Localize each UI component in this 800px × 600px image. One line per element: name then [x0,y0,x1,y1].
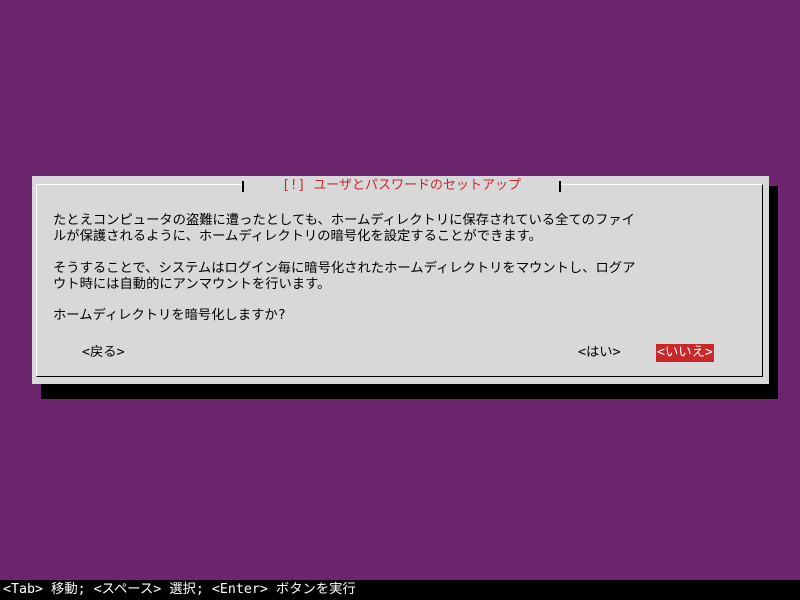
paragraph2-line2: ウト時には自動的にアンマウントを行います。 [53,277,331,292]
encrypt-home-dialog: [!] ユーザとパスワードのセットアップ たとえコンピュータの盗難に遭ったとして… [32,176,769,384]
paragraph1-line1: たとえコンピュータの盗難に遭ったとしても、ホームディレクトリに保存されている全て… [53,213,635,228]
question-text: ホームディレクトリを暗号化しますか? [53,308,286,323]
back-button[interactable]: <戻る> [81,344,126,362]
installer-screen: [!] ユーザとパスワードのセットアップ たとえコンピュータの盗難に遭ったとして… [0,0,800,600]
dialog-title: [!] ユーザとパスワードのセットアップ [242,178,561,194]
paragraph1-line2: ルが保護されるように、ホームディレクトリの暗号化を設定することができます。 [53,229,542,244]
yes-button[interactable]: <はい> [577,344,622,362]
no-button[interactable]: <いいえ> [656,344,714,362]
status-bar-help-text: <Tab> 移動; <スペース> 選択; <Enter> ボタンを実行 [3,582,356,597]
status-bar-end [792,580,800,600]
dialog-frame: [!] ユーザとパスワードのセットアップ たとえコンピュータの盗難に遭ったとして… [36,178,763,377]
paragraph2-line1: そうすることで、システムはログイン毎に暗号化されたホームディレクトリをマウントし… [53,261,636,276]
status-bar: <Tab> 移動; <スペース> 選択; <Enter> ボタンを実行 [0,580,800,600]
